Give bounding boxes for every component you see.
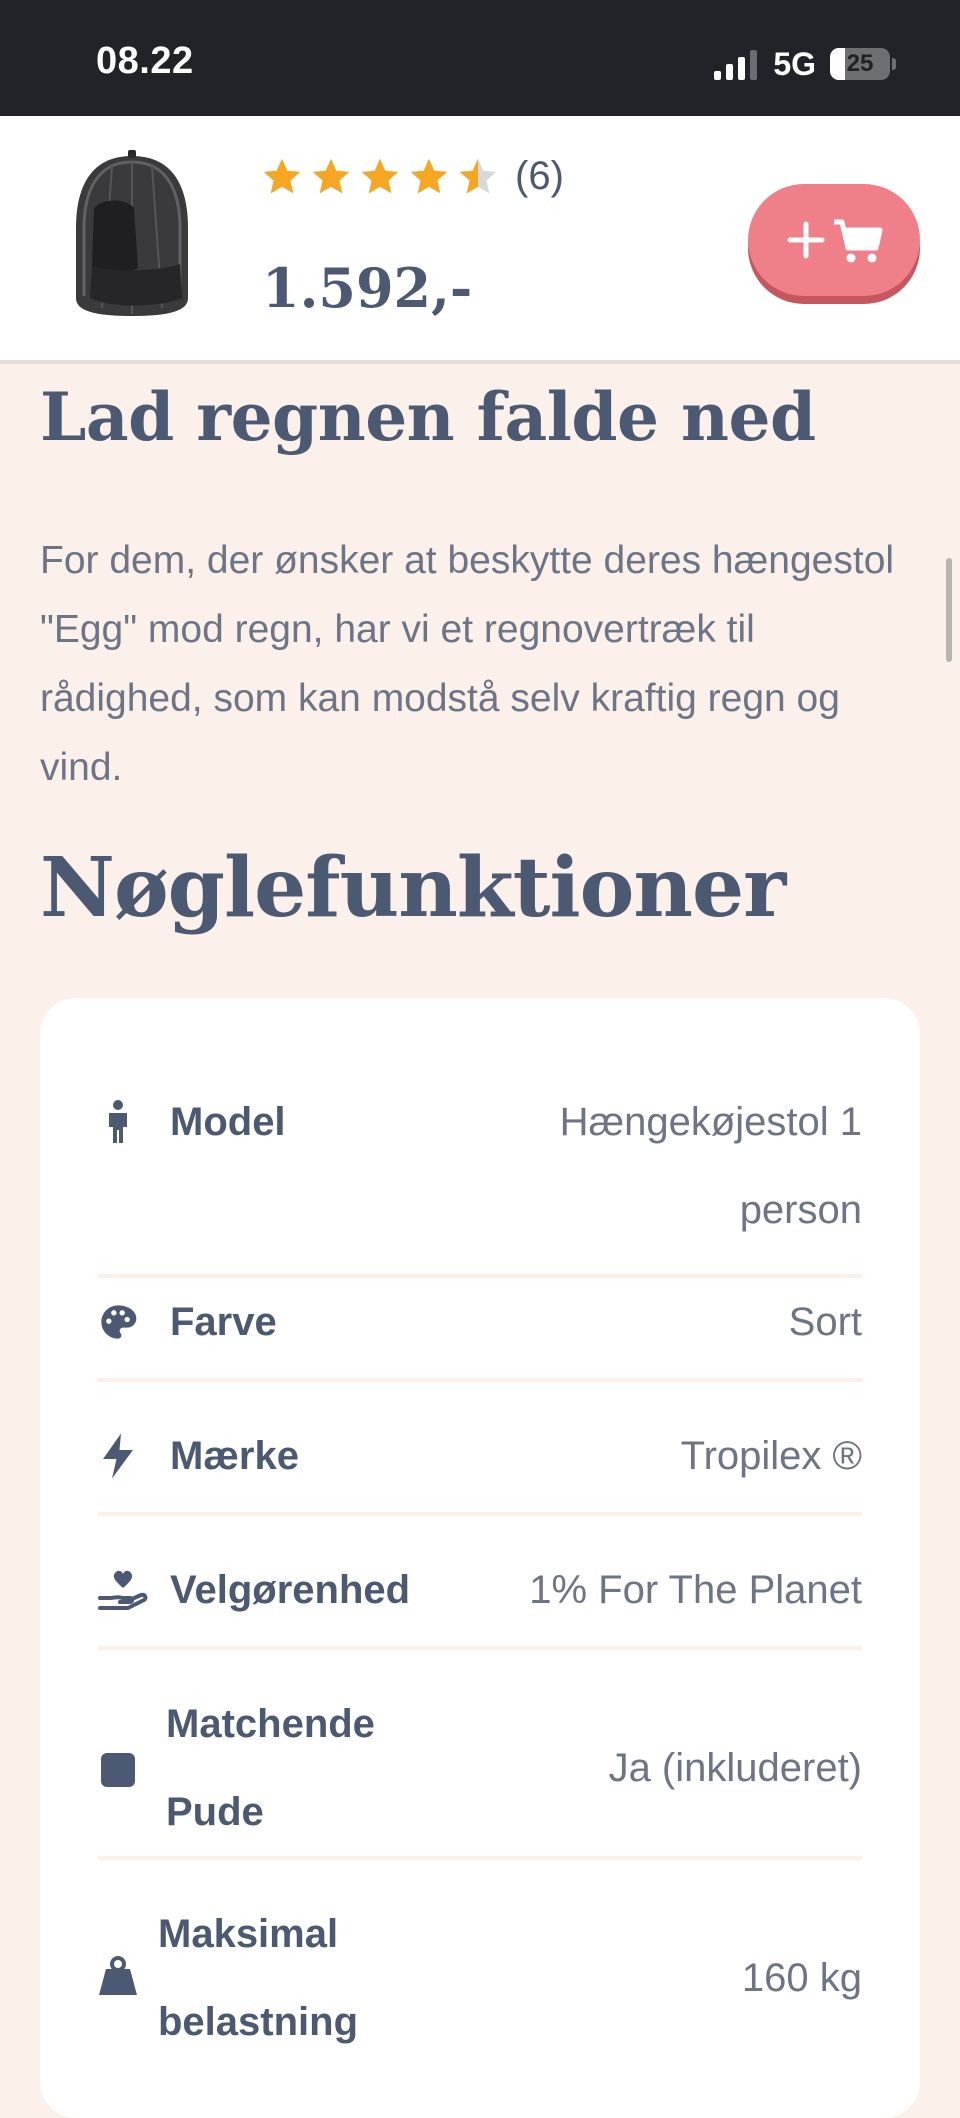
battery-level: 25 <box>846 50 874 77</box>
feature-row-velgorenhed: Velgørenhed 1% For The Planet <box>98 1546 862 1650</box>
product-price: 1.592,- <box>262 256 473 320</box>
review-count[interactable]: (6) <box>515 154 564 199</box>
feature-label: Mærke <box>170 1434 299 1478</box>
add-to-cart-button[interactable] <box>748 184 920 296</box>
feature-value: Tropilex ® <box>680 1434 862 1478</box>
star-icon <box>263 158 301 193</box>
status-time: 08.22 <box>96 40 194 82</box>
battery-icon: 25 <box>830 48 890 80</box>
feature-value: Hængekøjestol 1 person <box>559 1100 862 1232</box>
feature-value: Ja (inkluderet) <box>608 1746 862 1790</box>
feature-row-maerke: Mærke Tropilex ® <box>98 1412 862 1516</box>
feature-row-farve: Farve Sort <box>98 1278 862 1382</box>
bolt-icon <box>98 1433 138 1479</box>
star-icon <box>410 158 448 193</box>
rating-stars[interactable]: (6) <box>260 154 564 199</box>
status-indicators: 5G 25 <box>714 46 896 82</box>
feature-label: Maksimal belastning <box>158 1912 359 2044</box>
weight-icon <box>98 1956 138 1996</box>
features-heading: Nøglefunktioner <box>40 840 786 936</box>
features-card: Model Hængekøjestol 1 person Farve Sort … <box>40 998 920 2118</box>
feature-row-matchende-pude: Matchende Pude Ja (inkluderet) <box>98 1680 862 1860</box>
feature-label: Matchende Pude <box>166 1702 375 1834</box>
star-half-icon <box>459 158 497 193</box>
scrollbar[interactable] <box>946 558 952 662</box>
hand-heart-icon <box>98 1570 148 1610</box>
feature-label: Model <box>170 1100 286 1144</box>
feature-value: 160 kg <box>741 1956 862 2000</box>
feature-row-maksimal-belastning: Maksimal belastning 160 kg <box>98 1890 862 2066</box>
feature-value: Sort <box>788 1300 862 1344</box>
section-body: For dem, der ønsker at beskytte deres hæ… <box>40 539 895 789</box>
star-icon <box>361 158 399 193</box>
star-icon <box>312 158 350 193</box>
feature-label: Farve <box>170 1300 277 1344</box>
palette-icon <box>98 1302 138 1342</box>
status-bar: 08.22 5G 25 <box>0 0 960 116</box>
square-icon <box>98 1750 138 1790</box>
feature-value: 1% For The Planet <box>529 1568 862 1612</box>
product-thumbnail[interactable] <box>62 148 202 324</box>
feature-label: Velgørenhed <box>170 1568 411 1612</box>
network-label: 5G <box>773 45 816 82</box>
plus-cart-icon <box>787 219 883 263</box>
feature-row-model: Model Hængekøjestol 1 person <box>98 1078 862 1278</box>
signal-icon <box>714 48 758 80</box>
person-icon <box>98 1100 138 1143</box>
section-heading: Lad regnen falde ned <box>40 378 816 456</box>
sticky-product-bar: (6) 1.592,- <box>0 116 960 364</box>
